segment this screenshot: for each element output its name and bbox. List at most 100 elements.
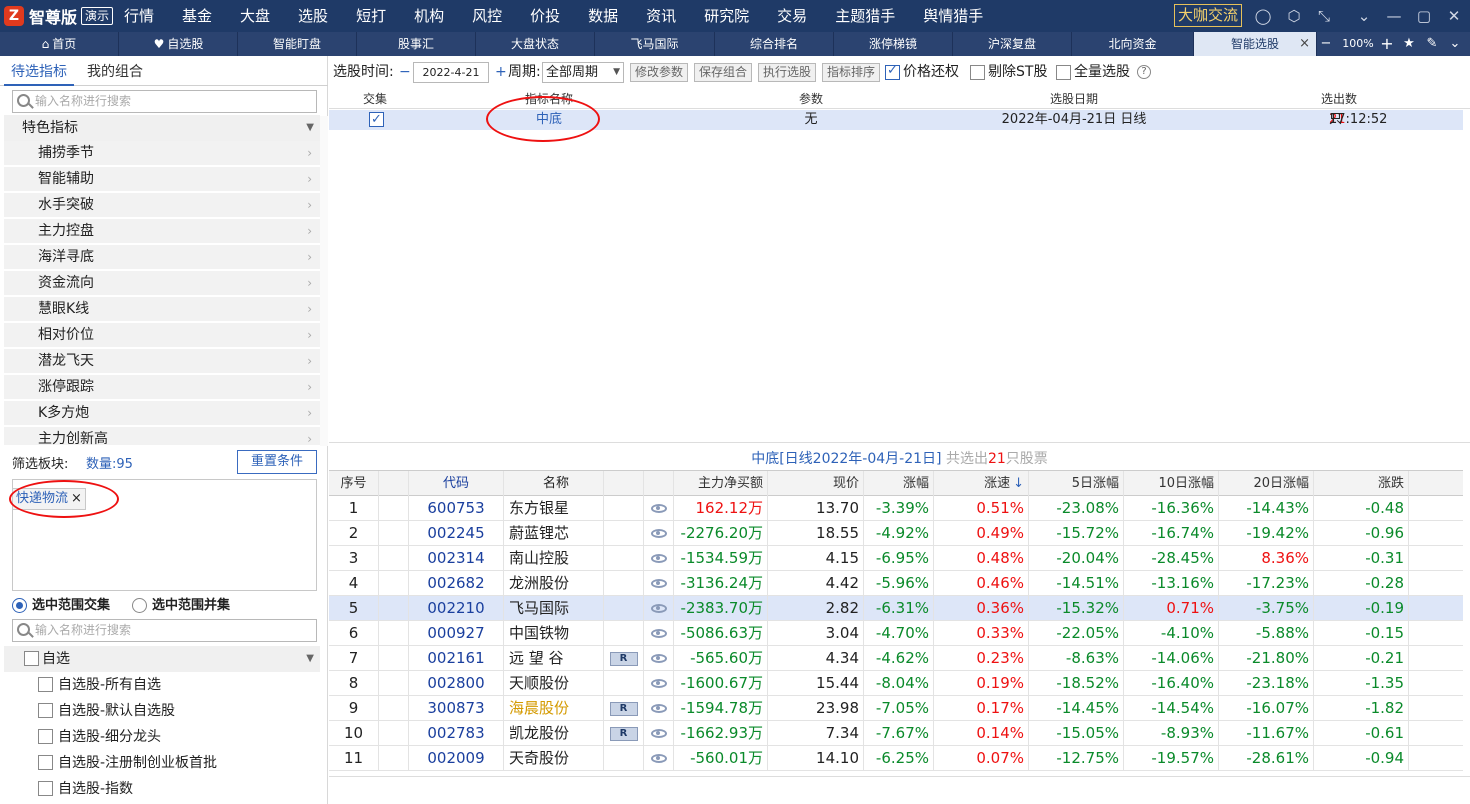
- menu-item-6[interactable]: 风控: [472, 0, 502, 32]
- cell-eye[interactable]: [644, 546, 674, 571]
- table-row[interactable]: 10 002783 凯龙股份 R -1662.93万 7.34 -7.67% 0.14% -15…: [329, 721, 1463, 746]
- eye-icon[interactable]: [650, 704, 667, 713]
- header-name[interactable]: 名称: [504, 471, 604, 496]
- table-row[interactable]: 2 002245 蔚蓝锂芯 -2276.20万 18.55 -4.92% 0.49% -15.…: [329, 521, 1463, 546]
- tab-4[interactable]: 大盘状态: [476, 32, 595, 56]
- cell-name[interactable]: 飞马国际: [504, 596, 604, 621]
- zixuan-item-checkbox[interactable]: [38, 755, 53, 770]
- header-zd[interactable]: 涨跌: [1314, 471, 1409, 496]
- zixuan-item-checkbox[interactable]: [38, 729, 53, 744]
- tab-indicators[interactable]: 待选指标: [4, 56, 74, 86]
- eye-icon[interactable]: [650, 504, 667, 513]
- cell-name[interactable]: 中国铁物: [504, 621, 604, 646]
- eye-icon[interactable]: [650, 654, 667, 663]
- menu-item-11[interactable]: 交易: [777, 0, 807, 32]
- tree-item[interactable]: 慧眼K线 ›: [4, 297, 320, 322]
- table-row[interactable]: 6 000927 中国铁物 -5086.63万 3.04 -4.70% 0.33% -22.0…: [329, 621, 1463, 646]
- table-row[interactable]: 7 002161 远 望 谷 R -565.60万 4.34 -4.62% 0.23% -8.6…: [329, 646, 1463, 671]
- indicator-search-input[interactable]: 输入名称进行搜索: [12, 90, 317, 113]
- header-net[interactable]: 主力净买额: [674, 471, 768, 496]
- reset-conditions-button[interactable]: 重置条件: [237, 450, 317, 474]
- radio-intersection[interactable]: [12, 598, 27, 613]
- tab-3[interactable]: 股事汇: [357, 32, 476, 56]
- header-price[interactable]: 现价: [768, 471, 864, 496]
- r-badge[interactable]: R: [609, 651, 638, 666]
- zixuan-item-checkbox[interactable]: [38, 677, 53, 692]
- cell-eye[interactable]: [644, 596, 674, 621]
- cell-code[interactable]: 002682: [409, 571, 504, 596]
- table-row[interactable]: 8 002800 天顺股份 -1600.67万 15.44 -8.04% 0.19% -18.…: [329, 671, 1463, 696]
- cell-code[interactable]: 002210: [409, 596, 504, 621]
- cell-r[interactable]: R: [604, 646, 644, 671]
- cell-name[interactable]: 蔚蓝锂芯: [504, 521, 604, 546]
- tree-item[interactable]: K多方炮 ›: [4, 401, 320, 426]
- cell-eye[interactable]: [644, 521, 674, 546]
- cell-code[interactable]: 002009: [409, 746, 504, 771]
- execute-selection-button[interactable]: 执行选股: [758, 63, 816, 82]
- table-row[interactable]: 11 002009 天奇股份 -560.01万 14.10 -6.25% 0.07% -12.…: [329, 746, 1463, 771]
- cell-r[interactable]: [604, 621, 644, 646]
- date-minus-button[interactable]: −: [399, 62, 411, 82]
- cell-eye[interactable]: [644, 696, 674, 721]
- tab-0[interactable]: ⌂ 首页: [0, 32, 119, 56]
- tree-header[interactable]: 特色指标 ▼: [4, 115, 320, 141]
- cell-r[interactable]: [604, 546, 644, 571]
- cell-eye[interactable]: [644, 746, 674, 771]
- cell-code[interactable]: 002314: [409, 546, 504, 571]
- cell-code[interactable]: 002245: [409, 521, 504, 546]
- eye-icon[interactable]: [650, 629, 667, 638]
- tree-scrollbar[interactable]: [320, 116, 328, 446]
- menu-item-12[interactable]: 主题猎手: [835, 0, 895, 32]
- r-badge[interactable]: R: [609, 726, 638, 741]
- chevron-down-icon[interactable]: ⌄: [1446, 32, 1464, 56]
- tree-item[interactable]: 海洋寻底 ›: [4, 245, 320, 270]
- zixuan-checkbox[interactable]: [24, 651, 39, 666]
- zixuan-item[interactable]: 自选股-所有自选: [38, 672, 161, 698]
- menu-item-1[interactable]: 基金: [182, 0, 212, 32]
- chevron-down-icon[interactable]: ⌄: [1354, 6, 1374, 26]
- tab-5[interactable]: 飞马国际: [595, 32, 715, 56]
- cell-r[interactable]: [604, 746, 644, 771]
- tree-item[interactable]: 捕捞季节 ›: [4, 141, 320, 166]
- cell-r[interactable]: [604, 496, 644, 521]
- radio-union[interactable]: [132, 598, 147, 613]
- date-input[interactable]: 2022-4-21: [413, 62, 489, 83]
- tree-item[interactable]: 资金流向 ›: [4, 271, 320, 296]
- zixuan-item[interactable]: 自选股-注册制创业板首批: [38, 750, 217, 776]
- zixuan-item[interactable]: 自选股-细分龙头: [38, 724, 161, 750]
- cell-eye[interactable]: [644, 496, 674, 521]
- period-select[interactable]: 全部周期 ▼: [542, 62, 624, 83]
- exclude-st-checkbox[interactable]: [970, 65, 985, 80]
- header-code[interactable]: 代码: [409, 471, 504, 496]
- menu-item-2[interactable]: 大盘: [240, 0, 270, 32]
- tree-item[interactable]: 主力控盘 ›: [4, 219, 320, 244]
- zixuan-item-checkbox[interactable]: [38, 781, 53, 796]
- cell-code[interactable]: 002161: [409, 646, 504, 671]
- cell-r[interactable]: [604, 596, 644, 621]
- table-row[interactable]: 1 600753 东方银星 162.12万 13.70 -3.39% 0.51% -23.08…: [329, 496, 1463, 521]
- price-adjust-checkbox[interactable]: [885, 63, 900, 80]
- menu-item-0[interactable]: 行情: [124, 0, 154, 32]
- cell-r[interactable]: [604, 521, 644, 546]
- collapse-icon[interactable]: ⤡: [1314, 6, 1334, 26]
- menu-item-13[interactable]: 舆情猎手: [923, 0, 983, 32]
- settings-hex-icon[interactable]: ⬡: [1284, 6, 1304, 26]
- tab-1[interactable]: ♥ 自选股: [120, 32, 238, 56]
- header-d5[interactable]: 5日涨幅: [1029, 471, 1124, 496]
- modify-params-button[interactable]: 修改参数: [630, 63, 688, 82]
- tree-item[interactable]: 涨停跟踪 ›: [4, 375, 320, 400]
- maximize-icon[interactable]: ▢: [1414, 6, 1434, 26]
- indicator-row-checkbox[interactable]: [369, 110, 384, 129]
- tree-item[interactable]: 相对价位 ›: [4, 323, 320, 348]
- tree-item[interactable]: 智能辅助 ›: [4, 167, 320, 192]
- table-row[interactable]: 3 002314 南山控股 -1534.59万 4.15 -6.95% 0.48% -20.0…: [329, 546, 1463, 571]
- cell-name[interactable]: 天奇股份: [504, 746, 604, 771]
- header-d10[interactable]: 10日涨幅: [1124, 471, 1219, 496]
- cell-eye[interactable]: [644, 621, 674, 646]
- cell-r[interactable]: R: [604, 721, 644, 746]
- cell-code[interactable]: 600753: [409, 496, 504, 521]
- zoom-in-button[interactable]: +: [1378, 32, 1396, 56]
- tab-10[interactable]: 智能选股 ×: [1194, 32, 1317, 56]
- header-spd[interactable]: 涨速 ↓: [934, 471, 1029, 496]
- zixuan-group-header[interactable]: 自选 ▼: [4, 646, 320, 672]
